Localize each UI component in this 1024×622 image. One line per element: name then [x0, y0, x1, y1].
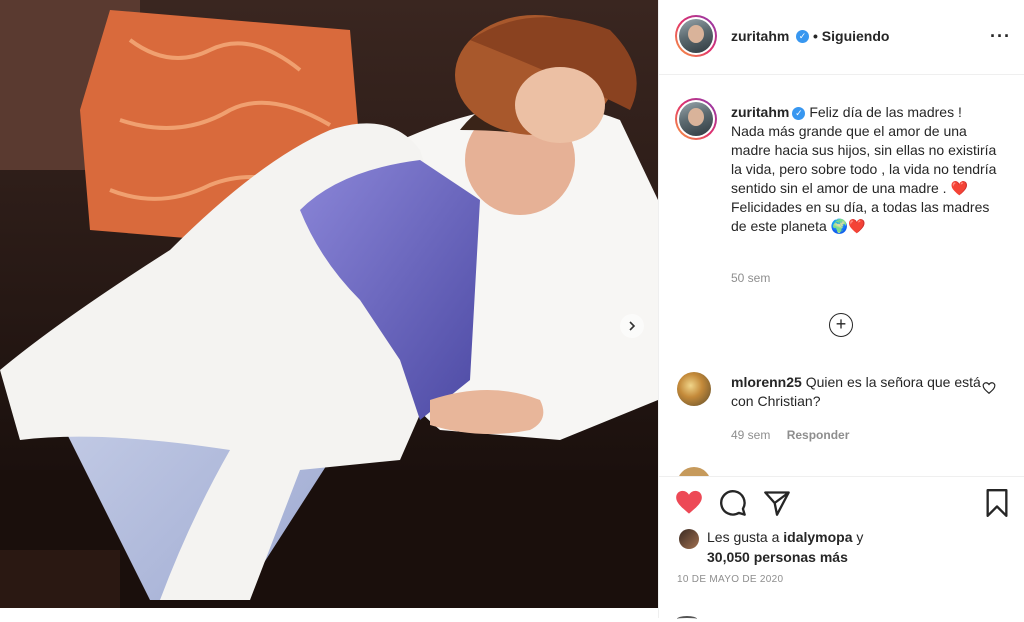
photo-illustration — [0, 0, 658, 608]
likes-count[interactable]: 30,050 personas más — [707, 549, 848, 565]
comment-like-heart-icon[interactable] — [982, 381, 996, 395]
author-avatar[interactable] — [675, 15, 717, 57]
bookmark-icon[interactable] — [985, 489, 1009, 517]
emoji-icon[interactable] — [677, 616, 697, 622]
comment-meta: 49 sem Responder — [731, 428, 849, 442]
comment-item: mlorenn25 Quien es la señora que está co… — [731, 373, 981, 411]
chevron-right-icon — [629, 321, 636, 331]
like-heart-icon[interactable] — [675, 489, 703, 515]
post-photo[interactable] — [0, 0, 658, 608]
caption-username[interactable]: zuritahm — [731, 104, 789, 120]
follow-status[interactable]: • Siguiendo — [813, 28, 889, 44]
caption-line-1: Feliz día de las madres ! — [809, 104, 962, 120]
author-username[interactable]: zuritahm — [731, 28, 789, 44]
comment-icon[interactable] — [719, 489, 747, 517]
load-more-comments-icon[interactable]: + — [829, 313, 853, 337]
post-panel: zuritahm ✓ • Siguiendo ··· zuritahm ✓ Feli… — [658, 0, 1024, 618]
comment-username[interactable]: mlorenn25 — [731, 374, 802, 390]
share-icon[interactable] — [763, 489, 791, 517]
caption-avatar[interactable] — [675, 98, 717, 140]
post-date[interactable]: 10 DE MAYO DE 2020 — [677, 574, 783, 585]
carousel-next-button[interactable] — [620, 314, 644, 338]
liker-username[interactable]: idalymopa — [783, 529, 852, 545]
likes-prefix: Les gusta a — [707, 529, 784, 545]
likes-summary: Les gusta a idalymopa y 30,050 personas … — [707, 527, 997, 567]
caption-line-3: Felicidades en su día, a todas las madre… — [731, 199, 990, 234]
likes-suffix: y — [852, 529, 864, 545]
reply-button[interactable]: Responder — [787, 428, 850, 442]
more-options-icon[interactable]: ··· — [990, 26, 1011, 47]
action-bar: Les gusta a idalymopa y 30,050 personas … — [659, 476, 1024, 619]
caption-line-2: Nada más grande que el amor de una madre… — [731, 123, 997, 196]
post-header: zuritahm ✓ • Siguiendo ··· — [659, 0, 1024, 75]
verified-badge-icon: ✓ — [796, 30, 809, 43]
verified-badge-icon: ✓ — [792, 106, 806, 120]
commenter-avatar[interactable] — [677, 372, 711, 406]
liker-avatar[interactable] — [679, 529, 699, 549]
comment-timestamp[interactable]: 49 sem — [731, 428, 770, 442]
post-caption: zuritahm ✓ Feliz día de las madres ! Nada … — [731, 103, 1001, 236]
caption-timestamp[interactable]: 50 sem — [731, 271, 770, 285]
